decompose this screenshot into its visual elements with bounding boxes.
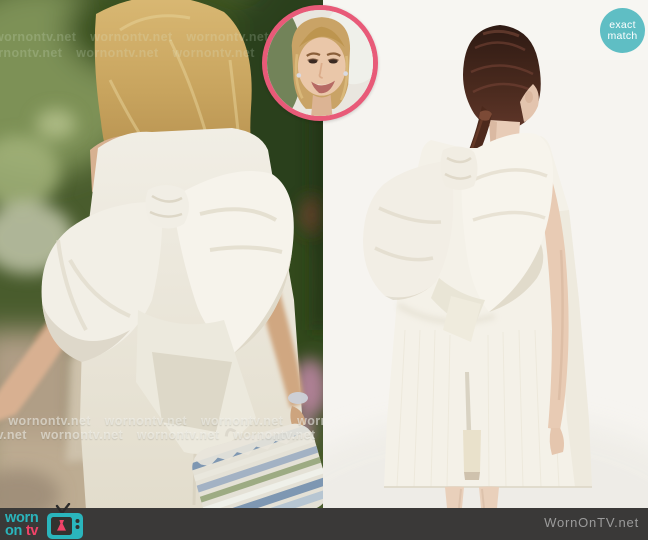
face-inset-photo [262, 5, 378, 121]
model-head [463, 25, 541, 130]
wornontv-logo: worn on tv [5, 503, 88, 540]
logo-wordmark: worn on tv [5, 511, 39, 539]
exact-match-badge: exact match [600, 8, 645, 53]
logo-word-tv: tv [25, 523, 39, 539]
logo-word-ontv: on tv [5, 523, 39, 539]
watermark-row: t wornontv.net wornontv.net wornontv.net… [0, 414, 323, 428]
badge-line-2: match [607, 29, 638, 42]
site-url-label: WornOnTV.net [544, 515, 639, 530]
watermark-row: ntv.net wornontv.net wornontv.net wornon… [0, 428, 323, 442]
face-graphic [267, 10, 373, 116]
tv-logo-icon [47, 503, 84, 539]
logo-word-on: on [5, 523, 23, 539]
bracelet [288, 392, 308, 404]
badge-line-1: exact [609, 18, 636, 31]
outfit-match-collage: wornontv.net wornontv.net wornontv.net w… [0, 0, 648, 540]
